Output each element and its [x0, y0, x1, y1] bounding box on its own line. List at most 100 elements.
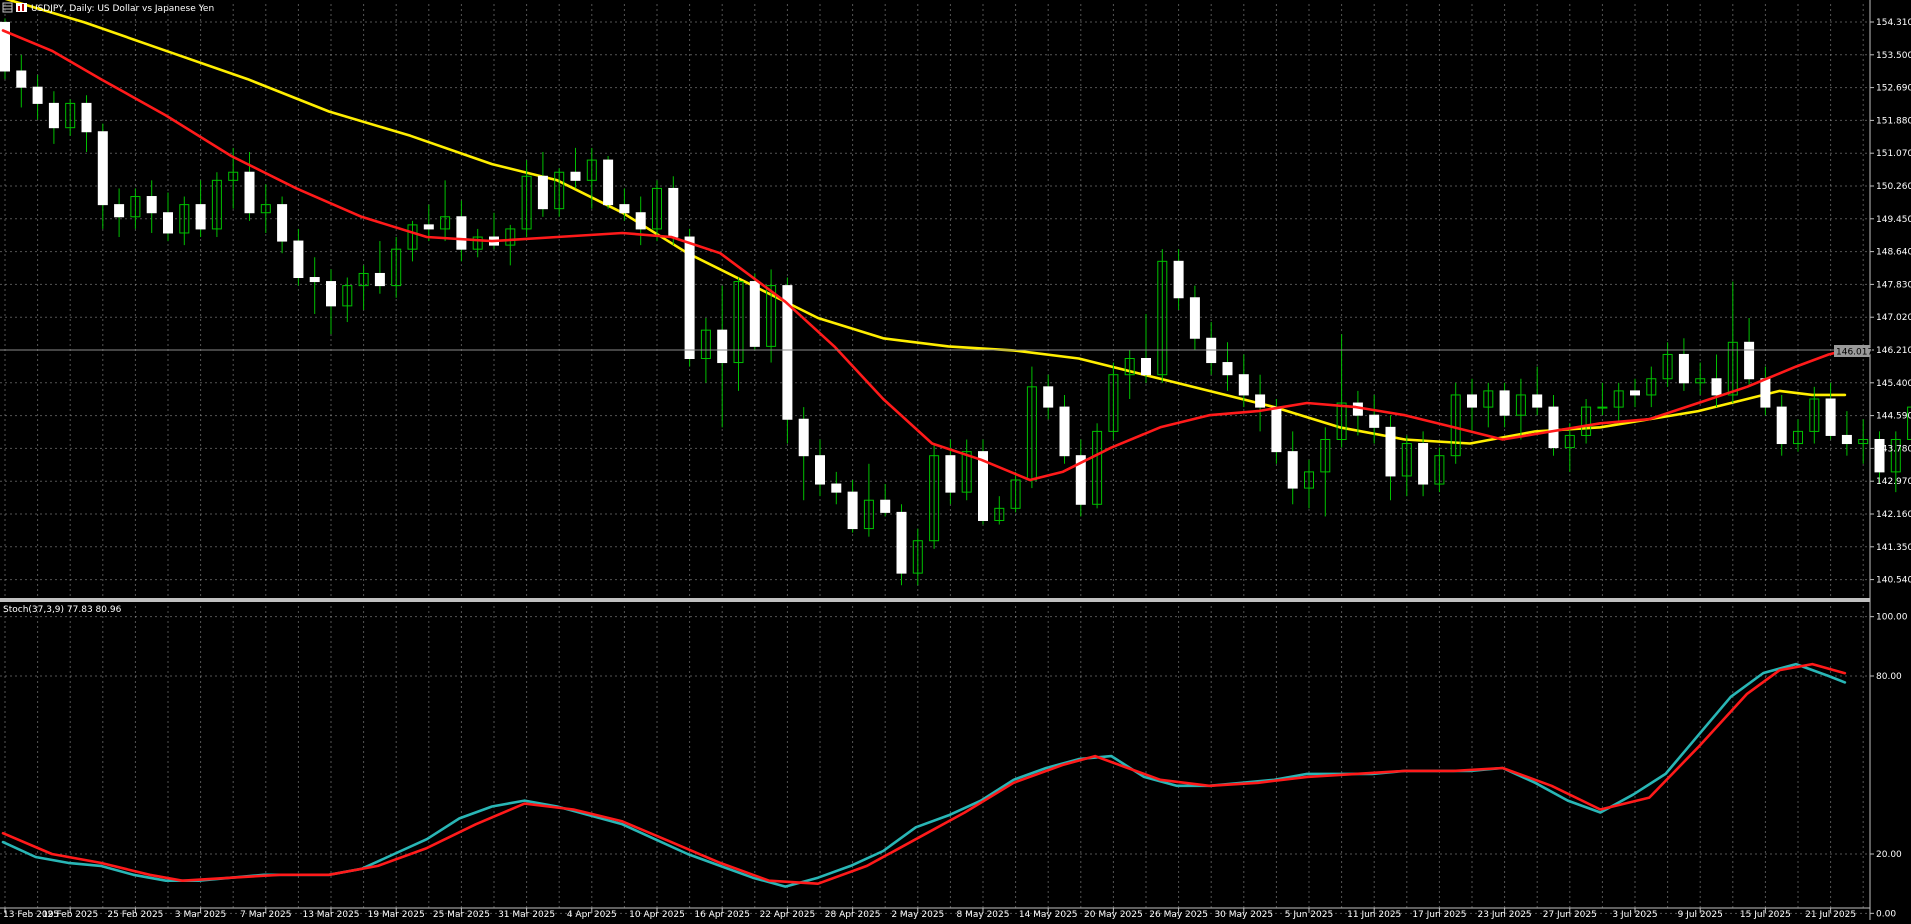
candle-body: [49, 103, 58, 127]
time-tick-label: 19 Mar 2025: [368, 910, 425, 920]
candle-body: [1370, 415, 1379, 427]
panel-separator: [0, 598, 1870, 602]
time-tick-label: 26 May 2025: [1149, 910, 1208, 920]
candle-body: [278, 205, 287, 241]
price-tick-label: 152.690: [1876, 84, 1911, 94]
candle-body: [1288, 452, 1297, 488]
time-tick-label: 14 May 2025: [1019, 910, 1078, 920]
candle-body: [1272, 407, 1281, 452]
time-tick-label: 27 Jun 2025: [1543, 910, 1597, 920]
price-tick-label: 153.500: [1876, 51, 1911, 61]
time-tick-label: 22 Apr 2025: [760, 910, 816, 920]
time-tick-label: 2 May 2025: [891, 910, 944, 920]
candle-body: [750, 282, 759, 347]
candle-body: [294, 241, 303, 277]
time-tick-label: 3 Jul 2025: [1612, 910, 1657, 920]
price-tick-label: 151.070: [1876, 149, 1911, 159]
candle-body: [1549, 407, 1558, 447]
candle-body: [636, 213, 645, 229]
candle-body: [538, 176, 547, 208]
candle-body: [1256, 395, 1265, 407]
price-tick-label: 147.830: [1876, 280, 1911, 290]
candle-body: [848, 492, 857, 528]
price-tick-label: 142.160: [1876, 510, 1911, 520]
price-tick-label: 142.970: [1876, 477, 1911, 487]
price-tick-label: 148.640: [1876, 248, 1911, 258]
candle-body: [1060, 407, 1069, 456]
candle-body: [604, 160, 613, 205]
candle-body: [1044, 387, 1053, 407]
candle-body: [799, 419, 808, 455]
price-tick-label: 150.260: [1876, 182, 1911, 192]
time-tick-label: 5 Jun 2025: [1285, 910, 1333, 920]
current-price-label: 146.017: [1836, 348, 1873, 358]
price-tick-label: 151.880: [1876, 116, 1911, 126]
candle-body: [1826, 399, 1835, 435]
candle-body: [832, 484, 841, 492]
candle-body: [147, 197, 156, 213]
candle-body: [685, 237, 694, 358]
candle-body: [1533, 395, 1542, 407]
time-tick-label: 28 Apr 2025: [825, 910, 881, 920]
time-tick-label: 10 Apr 2025: [629, 910, 685, 920]
candle-body: [620, 205, 629, 213]
candle-body: [164, 213, 173, 233]
candle-body: [1239, 375, 1248, 395]
price-tick-label: 146.210: [1876, 346, 1911, 356]
candle-body: [1712, 379, 1721, 395]
time-tick-label: 8 May 2025: [957, 910, 1010, 920]
candle-body: [98, 132, 107, 205]
price-tick-label: 144.590: [1876, 412, 1911, 422]
chart-bars-icon[interactable]: [16, 3, 27, 12]
candle-body: [245, 172, 254, 212]
candle-body: [1500, 391, 1509, 415]
time-tick-label: 4 Apr 2025: [567, 910, 617, 920]
candle-body: [571, 172, 580, 180]
time-tick-label: 9 Jul 2025: [1678, 910, 1723, 920]
symbol-title: USDJPY, Daily: US Dollar vs Japanese Yen: [31, 4, 214, 14]
candle-body: [424, 225, 433, 229]
time-tick-label: 11 Jun 2025: [1347, 910, 1401, 920]
price-tick-label: 140.540: [1876, 576, 1911, 586]
candle-body: [33, 87, 42, 103]
candle: [897, 504, 906, 585]
candle-body: [1631, 391, 1640, 395]
candle-body: [1223, 363, 1232, 375]
time-tick-label: 20 May 2025: [1084, 910, 1143, 920]
time-tick-label: 13 Mar 2025: [302, 910, 359, 920]
time-tick-label: 25 Feb 2025: [107, 910, 163, 920]
candle-body: [718, 330, 727, 362]
time-tick-label: 15 Jul 2025: [1740, 910, 1791, 920]
candle-body: [1174, 261, 1183, 297]
candle-body: [1761, 379, 1770, 407]
candle-body: [1679, 354, 1688, 382]
candle-body: [1745, 342, 1754, 378]
candle-body: [881, 500, 890, 512]
candle-body: [457, 217, 466, 249]
candle-body: [82, 103, 91, 131]
candle-body: [946, 456, 955, 492]
stoch-tick-label: 20.00: [1876, 850, 1902, 860]
chart-header: USDJPY, Daily: US Dollar vs Japanese Yen: [3, 3, 214, 14]
trading-chart[interactable]: 154.310 153.500 152.690 151.880 151.070 150.2…: [0, 0, 1911, 920]
candle-body: [375, 273, 384, 285]
time-tick-label: 25 Mar 2025: [433, 910, 490, 920]
candle-body: [1468, 395, 1477, 407]
price-tick-label: 147.020: [1876, 313, 1911, 323]
chart-canvas[interactable]: 154.310 153.500 152.690 151.880 151.070 150.2…: [0, 0, 1911, 920]
candle-body: [17, 71, 26, 87]
candle-body: [1142, 359, 1151, 375]
candle-body: [1419, 444, 1428, 484]
time-tick-label: 31 Mar 2025: [498, 910, 555, 920]
price-tick-label: 154.310: [1876, 18, 1911, 28]
candle: [685, 229, 694, 367]
candle-body: [196, 205, 205, 229]
candle-body: [816, 456, 825, 484]
candle-body: [1598, 407, 1607, 408]
candle-body: [327, 282, 336, 306]
price-tick-label: 149.450: [1876, 215, 1911, 225]
time-tick-label: 7 Mar 2025: [240, 910, 291, 920]
time-tick-label: 19 Feb 2025: [42, 910, 98, 920]
stoch-indicator-label: Stoch(37,3,9) 77.83 80.96: [3, 605, 122, 615]
candle-body: [1777, 407, 1786, 443]
